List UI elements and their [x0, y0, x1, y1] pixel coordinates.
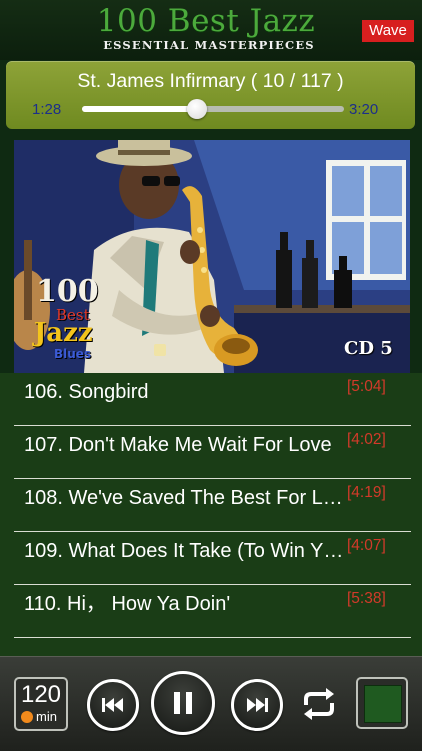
- repeat-button[interactable]: [296, 681, 342, 727]
- track-duration: [5:38]: [347, 590, 386, 607]
- pause-icon: [174, 692, 192, 714]
- now-playing-panel: St. James Infirmary ( 10 / 117 ) 1:28 3:…: [6, 61, 415, 129]
- track-row[interactable]: 108. We've Saved The Best For L… [4:19]: [14, 479, 411, 532]
- playlist-icon: [364, 685, 402, 723]
- sleep-timer-unit: min: [36, 709, 57, 724]
- track-title: 107. Don't Make Me Wait For Love: [24, 434, 332, 456]
- playlist-button[interactable]: [356, 677, 408, 729]
- elapsed-time: 1:28: [32, 101, 62, 118]
- track-duration: [4:02]: [347, 431, 386, 448]
- album-art: 100 Best Jazz Blues CD 5: [14, 140, 410, 373]
- pause-button[interactable]: [151, 671, 215, 735]
- app-title: 100 Best Jazz: [96, 3, 316, 39]
- track-row[interactable]: 107. Don't Make Me Wait For Love [4:02]: [14, 426, 411, 479]
- album-logo-jazz: Jazz: [34, 318, 93, 348]
- total-time: 3:20: [349, 101, 379, 118]
- cd-label: CD 5: [344, 338, 393, 359]
- seek-bar-fill: [82, 106, 198, 112]
- track-title: 110. Hi， How Ya Doin': [24, 593, 231, 615]
- sleep-timer-value: 120: [20, 681, 62, 708]
- wave-button[interactable]: Wave: [362, 20, 414, 42]
- playback-controls: 120 min: [0, 656, 422, 751]
- app-subtitle: ESSENTIAL MASTERPIECES: [103, 38, 315, 52]
- track-duration: [4:19]: [347, 484, 386, 501]
- track-duration: [4:07]: [347, 537, 386, 554]
- sleep-timer-button[interactable]: 120 min: [14, 677, 68, 731]
- album-logo-blues: Blues: [54, 347, 92, 361]
- track-list[interactable]: 106. Songbird [5:04] 107. Don't Make Me …: [0, 373, 422, 656]
- app-header: 100 Best Jazz ESSENTIAL MASTERPIECES Wav…: [0, 0, 422, 60]
- track-duration: [5:04]: [347, 378, 386, 395]
- skip-back-icon: [102, 698, 123, 712]
- clock-icon: [21, 711, 33, 723]
- seek-bar[interactable]: [82, 99, 344, 119]
- next-track-button[interactable]: [231, 679, 283, 731]
- now-playing-title: St. James Infirmary ( 10 / 117 ): [77, 70, 344, 92]
- seek-thumb[interactable]: [187, 99, 208, 119]
- track-title: 106. Songbird: [24, 381, 149, 403]
- skip-forward-icon: [247, 698, 268, 712]
- repeat-icon: [304, 688, 334, 720]
- previous-track-button[interactable]: [87, 679, 139, 731]
- track-row[interactable]: 109. What Does It Take (To Win Y… [4:07]: [14, 532, 411, 585]
- track-title: 108. We've Saved The Best For L…: [24, 487, 343, 509]
- track-row[interactable]: 110. Hi， How Ya Doin' [5:38]: [14, 585, 411, 638]
- track-title: 109. What Does It Take (To Win Y…: [24, 540, 344, 562]
- track-row[interactable]: 106. Songbird [5:04]: [14, 373, 411, 426]
- album-logo-number: 100: [36, 274, 99, 309]
